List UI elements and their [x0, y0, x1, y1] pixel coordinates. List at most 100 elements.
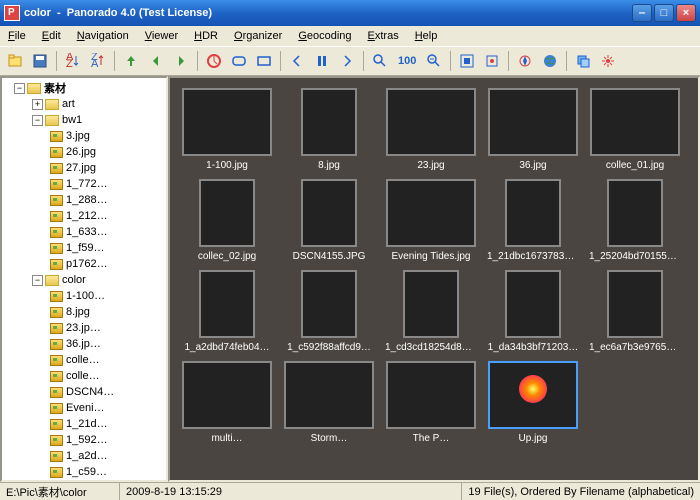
window-title: color - Panorado 4.0 (Test License): [24, 7, 632, 19]
tree-node[interactable]: DSCN4…: [4, 384, 164, 400]
thumb-label: 1-100.jpg: [206, 160, 248, 171]
tree-node[interactable]: 1_288…: [4, 192, 164, 208]
minimize-button[interactable]: ‒: [632, 4, 652, 22]
thumb-image: [284, 361, 374, 429]
menu-help[interactable]: Help: [411, 28, 442, 44]
folder-tree[interactable]: −素材+art−bw13.jpg26.jpg27.jpg1_772…1_288……: [0, 76, 168, 482]
thumb-label: Up.jpg: [519, 433, 548, 444]
thumb-label: 8.jpg: [318, 160, 340, 171]
thumb-label: multi…: [211, 433, 242, 444]
thumbnail[interactable]: 8.jpg: [282, 88, 376, 171]
status-path: E:\Pic\素材\color: [0, 483, 120, 500]
menu-file[interactable]: File: [4, 28, 30, 44]
tree-node[interactable]: colle…: [4, 368, 164, 384]
menu-geocoding[interactable]: Geocoding: [294, 28, 355, 44]
thumbnail[interactable]: 1_cd3cd18254d83…: [384, 270, 478, 353]
thumbnail[interactable]: The P…: [384, 361, 478, 444]
thumbnail[interactable]: Storm…: [282, 361, 376, 444]
thumbnail[interactable]: DSCN4155.JPG: [282, 179, 376, 262]
thumb-label: 1_21dbc16737836…: [487, 251, 579, 262]
tree-node[interactable]: 3.jpg: [4, 128, 164, 144]
tree-node[interactable]: 36.jp…: [4, 336, 164, 352]
tree-node[interactable]: 8.jpg: [4, 304, 164, 320]
thumbnail[interactable]: 1_c592f88affcd9…: [282, 270, 376, 353]
nav-back-icon[interactable]: [145, 50, 167, 72]
sort-az-icon[interactable]: AZ: [62, 50, 84, 72]
tree-node[interactable]: colle…: [4, 352, 164, 368]
maximize-button[interactable]: □: [654, 4, 674, 22]
zoom-icon[interactable]: [369, 50, 391, 72]
tree-node[interactable]: 1_c59…: [4, 464, 164, 480]
thumbnail[interactable]: 23.jpg: [384, 88, 478, 171]
thumb-label: collec_01.jpg: [606, 160, 664, 171]
save-icon[interactable]: [29, 50, 51, 72]
flat-view-icon[interactable]: [253, 50, 275, 72]
thumb-image: [505, 270, 561, 338]
nav-forward-icon[interactable]: [170, 50, 192, 72]
tree-node[interactable]: 1_a2d…: [4, 448, 164, 464]
thumbnail[interactable]: collec_01.jpg: [588, 88, 682, 171]
stop-icon[interactable]: [203, 50, 225, 72]
tree-node[interactable]: 26.jpg: [4, 144, 164, 160]
tree-node[interactable]: +art: [4, 96, 164, 112]
tree-node[interactable]: 1-100…: [4, 288, 164, 304]
first-icon[interactable]: [286, 50, 308, 72]
menu-extras[interactable]: Extras: [364, 28, 403, 44]
tree-node[interactable]: Eveni…: [4, 400, 164, 416]
tree-node[interactable]: 1_592…: [4, 432, 164, 448]
menu-navigation[interactable]: Navigation: [73, 28, 133, 44]
open-file-icon[interactable]: [4, 50, 26, 72]
thumbnail[interactable]: 1_a2dbd74feb04…: [180, 270, 274, 353]
compass-icon[interactable]: [514, 50, 536, 72]
nav-up-icon[interactable]: [120, 50, 142, 72]
thumbnail[interactable]: 1_ec6a7b3e9765b…: [588, 270, 682, 353]
pause-icon[interactable]: [311, 50, 333, 72]
tree-node[interactable]: 1_f59…: [4, 240, 164, 256]
tree-node[interactable]: 1_21d…: [4, 416, 164, 432]
thumbnail[interactable]: 36.jpg: [486, 88, 580, 171]
menu-organizer[interactable]: Organizer: [230, 28, 286, 44]
thumb-image: [590, 88, 680, 156]
menu-viewer[interactable]: Viewer: [141, 28, 182, 44]
thumbnail[interactable]: collec_02.jpg: [180, 179, 274, 262]
thumbnail[interactable]: Evening Tides.jpg: [384, 179, 478, 262]
close-button[interactable]: ×: [676, 4, 696, 22]
thumbnail[interactable]: 1_da34b3bf71203…: [486, 270, 580, 353]
menu-hdr[interactable]: HDR: [190, 28, 222, 44]
thumbnail[interactable]: Up.jpg: [486, 361, 580, 444]
tree-node[interactable]: −素材: [4, 80, 164, 96]
layers-icon[interactable]: [572, 50, 594, 72]
menu-edit[interactable]: Edit: [38, 28, 65, 44]
last-icon[interactable]: [336, 50, 358, 72]
zoom-fit-icon[interactable]: [423, 50, 445, 72]
pano-view-icon[interactable]: [228, 50, 250, 72]
thumb-label: DSCN4155.JPG: [293, 251, 366, 262]
svg-text:Z: Z: [66, 58, 73, 69]
thumb-label: collec_02.jpg: [198, 251, 256, 262]
tree-node[interactable]: 1_772…: [4, 176, 164, 192]
thumbnail[interactable]: multi…: [180, 361, 274, 444]
thumb-label: 1_25204bd70155c…: [589, 251, 681, 262]
tree-node[interactable]: 23.jp…: [4, 320, 164, 336]
tree-node[interactable]: p1762…: [4, 256, 164, 272]
sort-za-icon[interactable]: ZA: [87, 50, 109, 72]
tree-node[interactable]: −bw1: [4, 112, 164, 128]
burst-icon[interactable]: [597, 50, 619, 72]
tree-node[interactable]: 1_633…: [4, 224, 164, 240]
tree-node[interactable]: 27.jpg: [4, 160, 164, 176]
toolbar: AZ ZA 100: [0, 46, 700, 76]
status-info: 19 File(s), Ordered By Filename (alphabe…: [462, 483, 700, 500]
thumb-image: [386, 179, 476, 247]
fullscreen-icon[interactable]: [456, 50, 478, 72]
thumbnail-gallery[interactable]: 1-100.jpg 8.jpg 23.jpg 36.jpg collec_01.jpgc…: [168, 76, 700, 482]
thumbnail[interactable]: 1-100.jpg: [180, 88, 274, 171]
globe-icon[interactable]: [539, 50, 561, 72]
tree-node[interactable]: −color: [4, 272, 164, 288]
thumbnail[interactable]: 1_25204bd70155c…: [588, 179, 682, 262]
thumb-label: 23.jpg: [417, 160, 444, 171]
thumbnail[interactable]: 1_21dbc16737836…: [486, 179, 580, 262]
titlebar: color - Panorado 4.0 (Test License) ‒ □ …: [0, 0, 700, 26]
tree-node[interactable]: 1_212…: [4, 208, 164, 224]
thumb-image: [386, 361, 476, 429]
center-icon[interactable]: [481, 50, 503, 72]
